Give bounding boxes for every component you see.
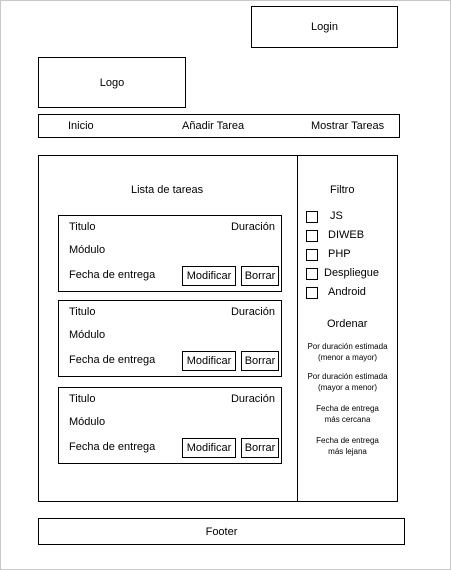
nav-item-inicio[interactable]: Inicio [68,120,94,132]
filter-label-android: Android [328,286,366,298]
footer-label: Footer [205,525,238,538]
task-list-title: Lista de tareas [131,184,204,196]
task-duration: Duración [230,306,275,318]
logo-label: Logo [99,76,125,89]
filter-title: Filtro [330,184,355,196]
sort-option-line: más lejana [328,447,367,456]
sort-option-line: más cercana [324,415,371,424]
filter-label-despliegue: Despliegue [324,267,380,279]
task-card: Titulo Duración Módulo Fecha de entrega … [58,387,282,464]
task-title: Titulo [69,221,96,233]
filter-label-php: PHP [328,248,351,260]
sort-option-line: (menor a mayor) [317,353,378,362]
filter-label-js: JS [330,210,343,222]
filter-checkbox-js[interactable] [306,211,318,223]
footer: Footer [38,518,405,545]
nav-bar: Inicio Añadir Tarea Mostrar Tareas [38,114,400,138]
delete-button[interactable]: Borrar [241,266,279,286]
task-list-panel: Lista de tareas Titulo Duración Módulo F… [38,155,298,502]
task-module: Módulo [69,329,106,341]
nav-item-mostrar-tareas[interactable]: Mostrar Tareas [311,120,384,132]
filter-checkbox-android[interactable] [306,287,318,299]
task-duration: Duración [230,393,275,405]
edit-button[interactable]: Modificar [182,266,236,286]
logo: Logo [38,57,186,108]
task-card: Titulo Duración Módulo Fecha de entrega … [58,215,282,292]
task-card: Titulo Duración Módulo Fecha de entrega … [58,300,282,377]
task-duration: Duración [230,221,275,233]
filter-checkbox-despliegue[interactable] [306,268,318,280]
login-label: Login [311,21,338,33]
task-due-date: Fecha de entrega [69,441,156,453]
sort-option-duration-desc[interactable]: Por duración estimada (mayor a menor) [298,371,397,393]
sort-option-line: Por duración estimada [307,372,388,381]
task-module: Módulo [69,416,106,428]
edit-button[interactable]: Modificar [182,351,236,371]
sort-option-line: Fecha de entrega [316,404,379,413]
login-button[interactable]: Login [251,6,398,48]
sort-option-date-nearest[interactable]: Fecha de entrega más cercana [298,403,397,425]
filter-label-diweb: DIWEB [328,229,365,241]
sort-option-line: Por duración estimada [307,342,388,351]
sort-option-line: (mayor a menor) [317,383,378,392]
task-title: Titulo [69,393,96,405]
task-module: Módulo [69,244,106,256]
sort-option-line: Fecha de entrega [316,436,379,445]
task-due-date: Fecha de entrega [69,354,156,366]
delete-button[interactable]: Borrar [241,438,279,458]
filter-checkbox-diweb[interactable] [306,230,318,242]
sort-title: Ordenar [327,318,368,330]
sidebar: Filtro JS DIWEB PHP Despliegue Android O… [297,155,398,502]
task-title: Titulo [69,306,96,318]
edit-button[interactable]: Modificar [182,438,236,458]
nav-item-anadir-tarea[interactable]: Añadir Tarea [182,120,244,132]
task-due-date: Fecha de entrega [69,269,156,281]
sort-option-date-farthest[interactable]: Fecha de entrega más lejana [298,435,397,457]
filter-checkbox-php[interactable] [306,249,318,261]
sort-option-duration-asc[interactable]: Por duración estimada (menor a mayor) [298,341,397,363]
delete-button[interactable]: Borrar [241,351,279,371]
